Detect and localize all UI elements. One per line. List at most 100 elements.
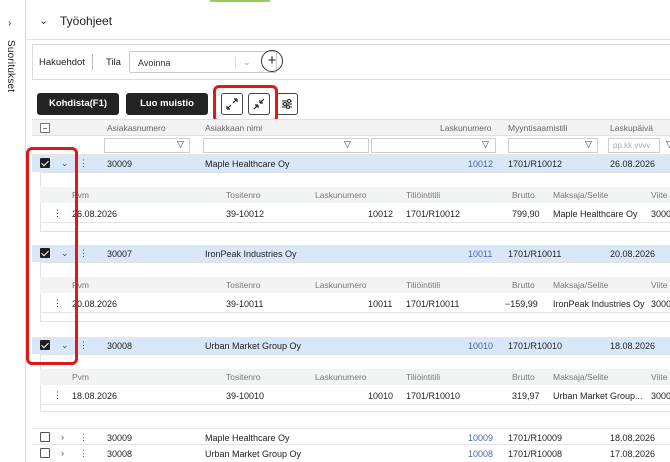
customer-name: IronPeak Industries Oy	[205, 249, 297, 259]
customer-no: 30008	[107, 341, 133, 351]
sub-voucher: 39-10012	[226, 209, 265, 219]
invoice-date: 20.08.2026	[610, 249, 656, 259]
funnel-icon[interactable]: ▽	[344, 139, 351, 150]
date-filter[interactable]: pp.kk.vvvv	[608, 138, 660, 153]
chevron-down-icon[interactable]: ⌄	[39, 14, 48, 27]
sub-reference: 3000	[651, 299, 670, 309]
state-label: Tila	[106, 57, 121, 68]
customer-no: 30007	[107, 249, 133, 259]
detail-header: Pvm Tositenro Laskunumero Tiliöintitili …	[40, 369, 670, 385]
sub-col-reference: Viite	[651, 372, 668, 382]
sub-date: 20.08.2026	[72, 299, 118, 309]
table-row[interactable]: › ⋮ 30009 Maple Healthcare Oy 10009 1701…	[32, 428, 670, 445]
col-invoice-date[interactable]: Laskupäivä	[610, 123, 653, 133]
detail-row[interactable]: ⋮ 26.08.2026 39-10012 10012 1701/R10012 …	[40, 203, 670, 223]
table-row[interactable]: ⌄ ⋮ 30009 Maple Healthcare Oy 10012 1701…	[32, 155, 670, 172]
chevron-right-icon[interactable]: ›	[61, 448, 64, 458]
more-icon[interactable]: ⋮	[79, 448, 88, 459]
sub-gross: −159,99	[505, 299, 538, 309]
detail-header: Pvm Tositenro Laskunumero Tiliöintitili …	[40, 187, 670, 203]
table-row[interactable]: ⌄ ⋮ 30007 IronPeak Industries Oy 10011 1…	[32, 245, 670, 262]
sub-payer: Maple Healthcare Oy	[553, 209, 638, 219]
invoice-link[interactable]: 10008	[468, 449, 493, 459]
col-invoice-no[interactable]: Laskunumero	[440, 123, 492, 133]
invoice-date: 17.08.2026	[610, 449, 656, 459]
sub-account: 1701/R10010	[406, 391, 461, 401]
sub-invoice: 10012	[368, 209, 394, 219]
column-settings-button[interactable]	[276, 93, 298, 115]
funnel-icon[interactable]: ▽	[666, 139, 670, 150]
chevron-right-icon[interactable]: ›	[61, 432, 64, 442]
sub-payer: IronPeak Industries Oy	[553, 299, 645, 309]
sub-col-voucher: Tositenro	[226, 372, 261, 382]
account: 1701/R10008	[508, 449, 563, 459]
detail-row[interactable]: ⋮ 20.08.2026 39-10011 10011 1701/R10011 …	[40, 293, 670, 313]
more-icon[interactable]: ⋮	[79, 248, 88, 259]
table-row[interactable]: ⌄ ⋮ 30008 Urban Market Group Oy 10010 17…	[32, 337, 670, 354]
row-checkbox[interactable]	[40, 432, 50, 442]
account: 1701/R10011	[508, 249, 562, 259]
account: 1701/R10012	[508, 159, 563, 169]
customer-no: 30009	[107, 159, 133, 169]
funnel-icon[interactable]: ▽	[482, 139, 489, 150]
filters-label: Hakuehdot	[39, 57, 85, 68]
page-title: Työohjeet	[60, 14, 113, 28]
more-icon[interactable]: ⋮	[53, 390, 62, 401]
sub-col-account: Tiliöintitili	[406, 190, 441, 200]
sub-reference: 3000	[651, 209, 670, 219]
suoritukset-tab[interactable]: Suoritukset	[5, 40, 16, 92]
col-customer-no[interactable]: Asiakasnumero	[107, 123, 166, 133]
customer-name: Maple Healthcare Oy	[205, 159, 290, 169]
divider	[235, 56, 236, 69]
select-all-checkbox[interactable]	[40, 123, 50, 133]
sub-col-gross: Brutto	[512, 190, 535, 200]
funnel-icon[interactable]: ▽	[585, 139, 592, 150]
sub-account: 1701/R10012	[406, 209, 461, 219]
customer-name: Urban Market Group Oy	[205, 341, 302, 351]
detail-header: Pvm Tositenro Laskunumero Tiliöintitili …	[40, 277, 670, 293]
invoice-no-filter[interactable]	[371, 138, 496, 153]
more-icon[interactable]: ⋮	[79, 158, 88, 169]
sub-col-gross: Brutto	[512, 372, 535, 382]
highlight-checkbox-column	[26, 147, 78, 365]
add-filter-icon[interactable]: +	[261, 50, 283, 72]
grid-header: Asiakasnumero Asiakkaan nimi Laskunumero…	[32, 119, 670, 136]
sub-col-voucher: Tositenro	[226, 280, 261, 290]
account: 1701/R10010	[508, 341, 563, 351]
invoice-date: 18.08.2026	[610, 341, 656, 351]
sub-col-gross: Brutto	[512, 280, 535, 290]
sub-payer: Urban Market Group...	[553, 391, 643, 401]
chevron-right-icon[interactable]: ›	[8, 18, 11, 29]
create-memo-button[interactable]: Luo muistio	[126, 93, 208, 115]
sub-col-date: Pvm	[72, 372, 89, 382]
chevron-down-icon[interactable]: ⌄	[243, 57, 251, 68]
allocate-button[interactable]: Kohdista(F1)	[37, 93, 119, 115]
more-icon[interactable]: ⋮	[79, 340, 88, 351]
invoice-link[interactable]: 10009	[468, 433, 493, 443]
row-checkbox[interactable]	[40, 448, 50, 458]
divider	[92, 54, 93, 70]
sub-col-payer: Maksaja/Selite	[553, 280, 609, 290]
sub-col-account: Tiliöintitili	[406, 372, 441, 382]
highlight-expand-collapse	[213, 85, 278, 123]
sub-date: 26.08.2026	[72, 209, 118, 219]
sub-gross: 799,90	[512, 209, 540, 219]
state-select[interactable]: Avoinna ⌄	[129, 51, 277, 73]
section-header: ⌄ Työohjeet	[27, 0, 670, 40]
col-customer-name[interactable]: Asiakkaan nimi	[205, 123, 262, 133]
invoice-link[interactable]: 10010	[468, 341, 493, 351]
table-row[interactable]: › ⋮ 30008 Urban Market Group Oy 10008 17…	[32, 444, 670, 461]
invoice-link[interactable]: 10012	[468, 159, 493, 169]
sub-invoice: 10010	[368, 391, 394, 401]
sub-date: 18.08.2026	[72, 391, 118, 401]
sub-col-voucher: Tositenro	[226, 190, 261, 200]
invoice-link[interactable]: 10011	[468, 249, 492, 259]
sub-col-account: Tiliöintitili	[406, 280, 441, 290]
col-receivable-account[interactable]: Myyntisaamistili	[508, 123, 568, 133]
sliders-icon	[282, 99, 292, 109]
sub-col-reference: Viite	[651, 190, 668, 200]
funnel-icon[interactable]: ▽	[177, 139, 184, 150]
detail-row[interactable]: ⋮ 18.08.2026 39-10010 10010 1701/R10010 …	[40, 385, 670, 405]
more-icon[interactable]: ⋮	[79, 432, 88, 443]
left-rail: › Suoritukset	[0, 0, 26, 462]
